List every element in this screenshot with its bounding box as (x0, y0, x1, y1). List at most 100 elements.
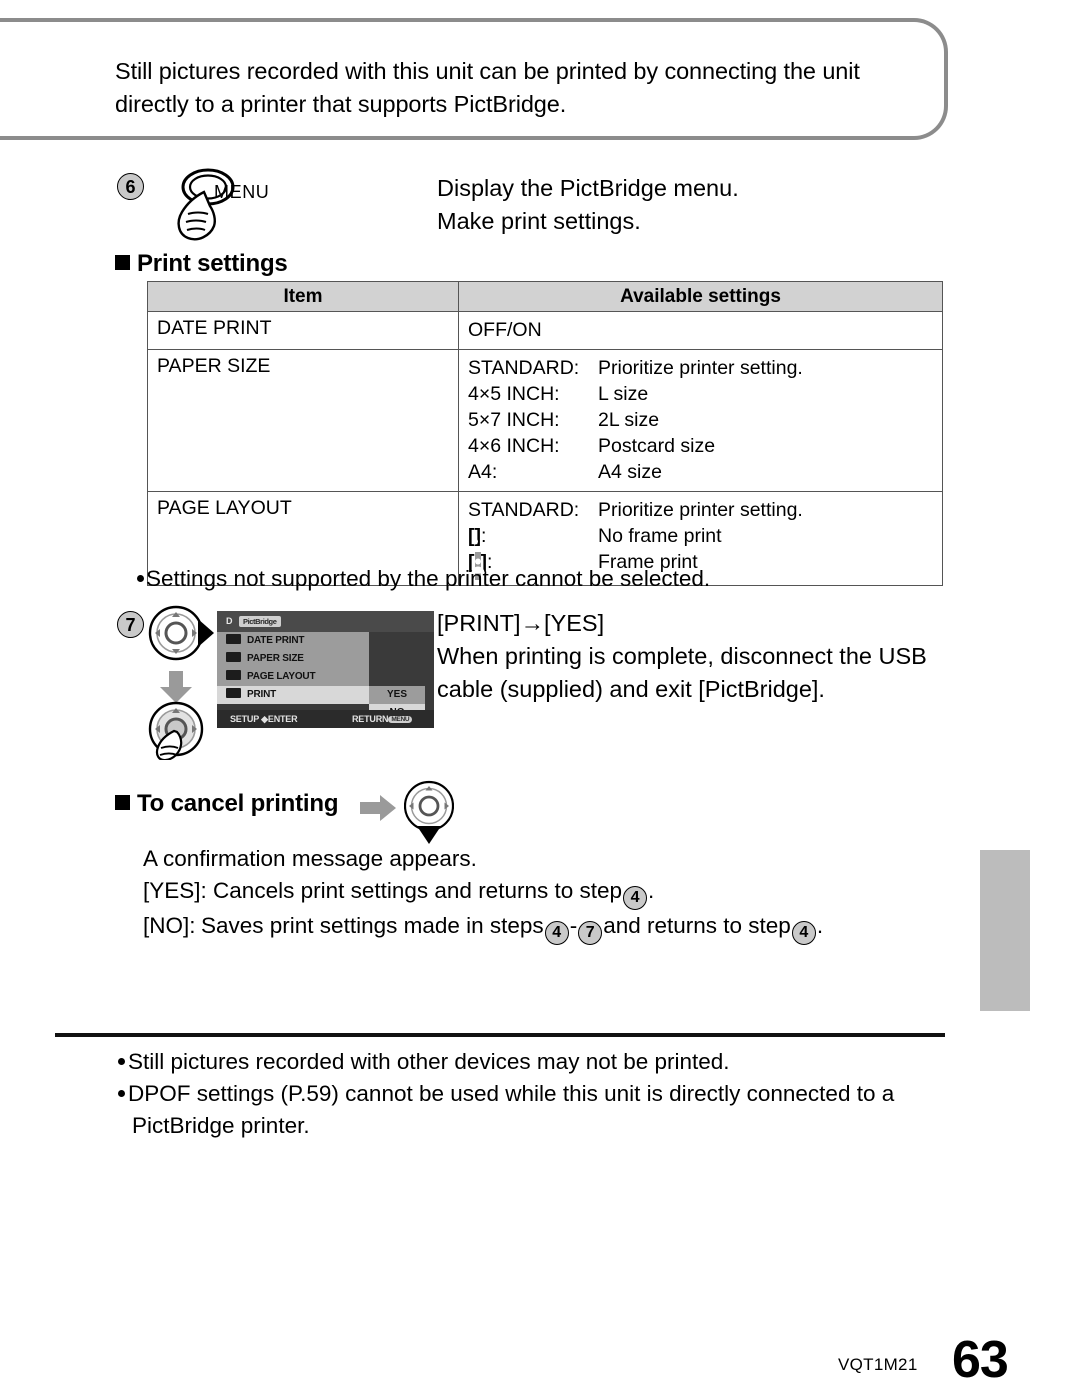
page-icon: D (226, 616, 233, 626)
lcd-menu-item-label: PAGE LAYOUT (247, 671, 316, 682)
unsupported-settings-note-text: Settings not supported by the printer ca… (146, 566, 711, 591)
paper-size-option-label: A4: (468, 461, 498, 483)
paper-size-option-value: 2L size (598, 409, 660, 431)
dpad-right-icon (148, 605, 214, 661)
row-item-date-print: DATE PRINT (157, 317, 272, 339)
cancel-line-3-text-b: and returns to step (603, 913, 791, 938)
paper-size-option-value: Prioritize printer setting. (598, 357, 803, 379)
cancel-line-3-label: [NO]: (143, 913, 196, 938)
date-print-icon (226, 634, 241, 644)
header-item: Item (147, 281, 459, 312)
lcd-menu-item-label: PAPER SIZE (247, 653, 304, 664)
document-code: VQT1M21 (838, 1355, 918, 1374)
menu-button-press-icon (166, 168, 271, 248)
cancel-line-3-text-a: Saves print settings made in steps (201, 913, 544, 938)
step-7-description: [PRINT]→[YES] When printing is complete,… (437, 607, 957, 706)
page-layout-option-value: No frame print (598, 525, 722, 547)
cancel-printing-heading-text: To cancel printing (137, 790, 339, 817)
lcd-menu-item-label: PRINT (247, 689, 277, 700)
paper-size-option-label: 4×5 INCH: (468, 383, 560, 405)
dpad-down-icon (403, 780, 455, 846)
cancel-line-2: [YES]: Cancels print settings and return… (143, 875, 963, 910)
step-7-badge: 7 (117, 611, 144, 638)
lcd-menu-item-print[interactable]: PRINT (217, 686, 369, 705)
page-layout-option: STANDARD: Prioritize printer setting. (468, 497, 942, 523)
lcd-pictbridge-menu-screenshot: D PictBridge DATE PRINT PAPER SIZE PAGE … (217, 611, 434, 728)
cancel-line-1: A confirmation message appears. (143, 846, 477, 871)
step-6-line-2: Make print settings. (437, 208, 641, 234)
lcd-title-bar: D PictBridge (217, 611, 434, 632)
page-layout-option-label: []: (468, 523, 598, 554)
lcd-footer-return-label: RETURN (352, 714, 389, 724)
right-arrow-icon (360, 795, 396, 821)
page-layout-option-label: STANDARD: (468, 499, 580, 521)
footer-note-item: DPOF settings (P.59) cannot be used whil… (118, 1078, 948, 1142)
table-row: DATE PRINT OFF/ON (147, 311, 943, 350)
paper-size-option-value: Postcard size (598, 435, 716, 457)
footer-notes-list: Still pictures recorded with other devic… (118, 1046, 948, 1142)
paper-size-option-value: A4 size (598, 461, 662, 483)
lcd-footer-setup-label: SETUP (230, 714, 259, 724)
page-number: 63 (952, 1331, 1009, 1389)
bullet-square-icon (115, 795, 130, 810)
paper-size-option-value: L size (598, 383, 649, 405)
menu-button-label: MENU (214, 182, 270, 202)
cancel-line-3-end: . (816, 913, 824, 938)
bullet-dot-icon (118, 1058, 125, 1065)
down-arrow-icon (160, 671, 192, 703)
lcd-footer-left: SETUP ◆ENTER (230, 714, 298, 725)
step-6-description: Display the PictBridge menu. Make print … (437, 172, 937, 238)
print-settings-heading: Print settings (115, 250, 288, 278)
page-layout-icon (226, 670, 241, 680)
lcd-menu-item-page-layout[interactable]: PAGE LAYOUT (217, 668, 369, 687)
dpad-small-icon: ◆ (261, 714, 268, 724)
page-layout-option-value: Prioritize printer setting. (598, 499, 803, 521)
dpad-press-icon (148, 701, 204, 762)
cancel-line-2-text: Cancels print settings and returns to st… (213, 878, 623, 903)
bullet-square-icon (115, 255, 130, 270)
lcd-footer-right: RETURN MENU (352, 714, 413, 724)
step-7-line-1: [PRINT]→[YES] (437, 610, 605, 636)
step-6-line-1: Display the PictBridge menu. (437, 175, 739, 201)
paper-size-option: 5×7 INCH: 2L size (468, 407, 942, 433)
paper-size-option: A4: A4 size (468, 459, 942, 485)
date-print-values: OFF/ON (468, 319, 542, 341)
paper-size-option-label: STANDARD: (468, 357, 580, 379)
lcd-menu-item-label: DATE PRINT (247, 635, 305, 646)
paper-size-option: STANDARD: Prioritize printer setting. (468, 355, 942, 381)
row-item-page-layout: PAGE LAYOUT (157, 497, 292, 519)
row-item-paper-size: PAPER SIZE (157, 355, 271, 377)
footer-note-text: DPOF settings (P.59) cannot be used whil… (128, 1081, 895, 1138)
unsupported-settings-note: Settings not supported by the printer ca… (137, 563, 937, 594)
lcd-choice-yes[interactable]: YES (369, 686, 425, 704)
printer-icon (226, 688, 241, 698)
paper-size-option: 4×5 INCH: L size (468, 381, 942, 407)
page-side-tab (980, 850, 1030, 1011)
cancel-printing-heading: To cancel printing (115, 790, 339, 818)
intro-text: Still pictures recorded with this unit c… (115, 58, 860, 117)
paper-size-settings-list: STANDARD: Prioritize printer setting. 4×5… (459, 350, 942, 491)
lcd-menu-item-paper-size[interactable]: PAPER SIZE (217, 650, 369, 669)
bullet-dot-icon (118, 1090, 125, 1097)
paper-size-option-label: 5×7 INCH: (468, 409, 560, 431)
lcd-menu-item-date-print[interactable]: DATE PRINT (217, 632, 369, 651)
pictbridge-chip: PictBridge (239, 616, 281, 627)
cancel-line-2-label: [YES]: (143, 878, 207, 903)
horizontal-divider (55, 1033, 945, 1037)
footer-note-text: Still pictures recorded with other devic… (128, 1049, 730, 1074)
step-7-control-icons (148, 605, 214, 762)
print-settings-table: Item Available settings DATE PRINT OFF/O… (147, 281, 943, 586)
paper-size-option: 4×6 INCH: Postcard size (468, 433, 942, 459)
menu-chip-icon: MENU (388, 716, 413, 723)
inline-step-badge: 7 (578, 921, 603, 945)
footer-note-item: Still pictures recorded with other devic… (118, 1046, 948, 1078)
cancel-line-3: [NO]: Saves print settings made in steps 4… (143, 910, 963, 945)
cancel-line-2-end: . (648, 878, 655, 903)
paper-size-option-label: 4×6 INCH: (468, 435, 560, 457)
paper-size-icon (226, 652, 241, 662)
inline-step-badge: 4 (623, 886, 648, 910)
print-settings-heading-text: Print settings (137, 250, 288, 277)
page-layout-option: []: No frame print (468, 523, 942, 554)
table-header-row: Item Available settings (147, 281, 943, 312)
inline-step-badge: 4 (544, 921, 569, 945)
